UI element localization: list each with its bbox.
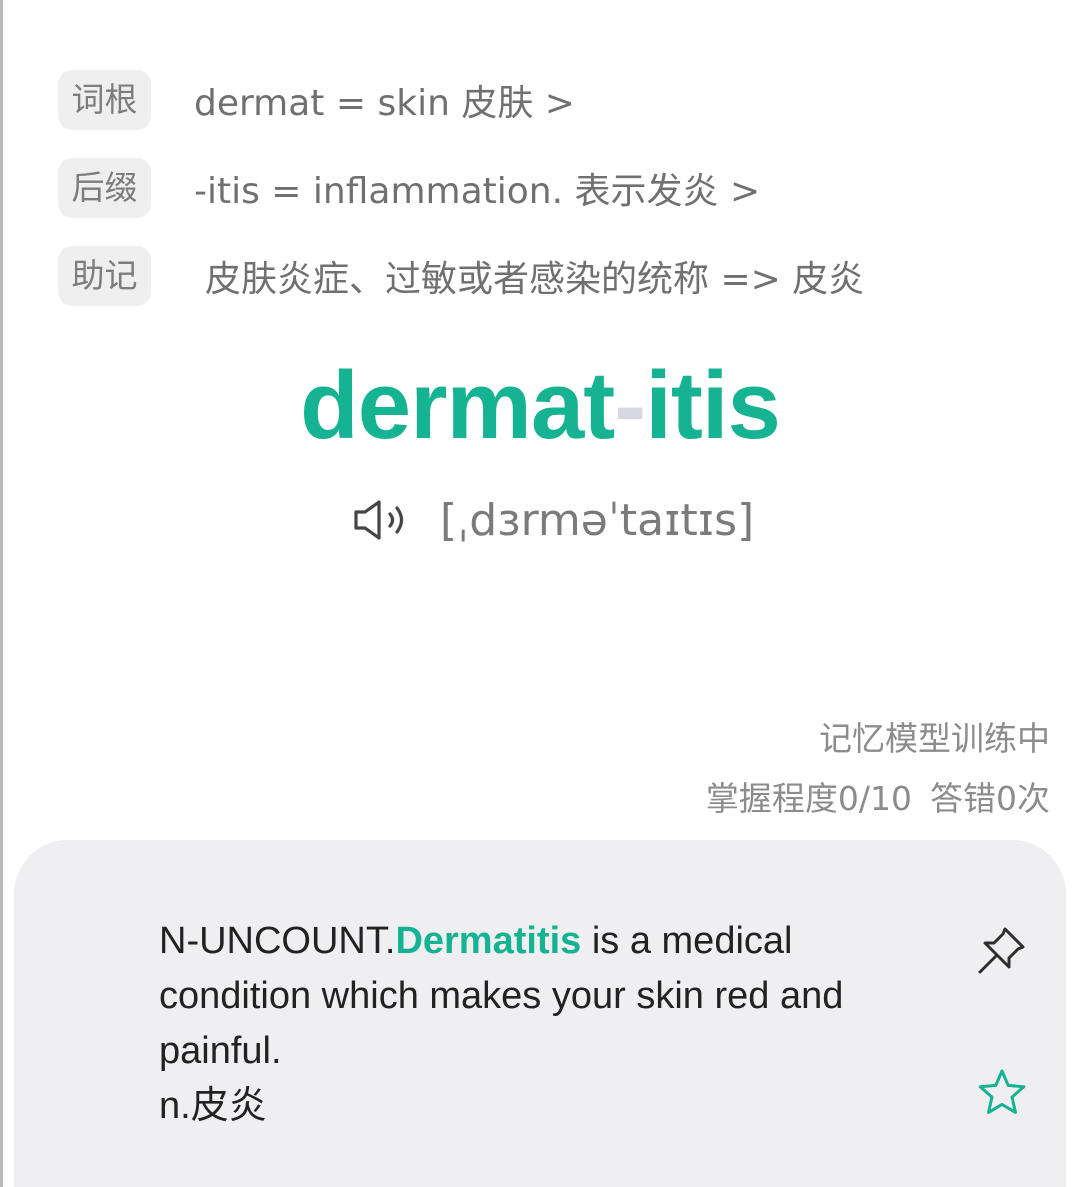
definition-headword: Dermatitis <box>395 920 582 962</box>
suffix-tag: 后缀 <box>58 158 151 218</box>
mnemonic-row: 助记 皮肤炎症、过敏或者感染的统称 => 皮炎 <box>58 246 864 306</box>
pronunciation-row: [ˌdɜrməˈtaɪtɪs] <box>352 488 754 552</box>
speaker-icon[interactable] <box>352 495 416 545</box>
root-row[interactable]: 词根 dermat = skin 皮肤 > <box>58 70 575 130</box>
headword-suffix: itis <box>645 352 781 459</box>
suffix-text[interactable]: -itis = inflammation. 表示发炎 > <box>194 162 760 214</box>
left-edge-divider <box>0 0 3 1187</box>
chinese-meaning: n.皮炎 <box>159 1085 267 1127</box>
mnemonic-text: 皮肤炎症、过敏或者感染的统称 => 皮炎 <box>205 259 865 300</box>
root-tag: 词根 <box>58 70 151 130</box>
mastery-level: 掌握程度0/10 <box>705 779 912 818</box>
definition-text: N-UNCOUNT.Dermatitis is a medical condit… <box>159 914 879 1134</box>
error-count: 答错0次 <box>930 779 1050 818</box>
definition-label: N-UNCOUNT. <box>159 920 396 962</box>
phonetic-text: [ˌdɜrməˈtaɪtɪs] <box>440 494 755 546</box>
root-text[interactable]: dermat = skin 皮肤 > <box>194 74 575 126</box>
headword: dermat-itis <box>0 346 1080 466</box>
star-icon[interactable] <box>977 1068 1027 1116</box>
definition-card: N-UNCOUNT.Dermatitis is a medical condit… <box>14 840 1066 1187</box>
mnemonic-tag: 助记 <box>58 246 151 306</box>
suffix-row[interactable]: 后缀 -itis = inflammation. 表示发炎 > <box>58 158 760 218</box>
progress-status: 掌握程度0/10 答错0次 <box>706 772 1050 820</box>
headword-hyphen: - <box>614 352 646 459</box>
headword-root: dermat <box>300 352 615 459</box>
pin-icon[interactable] <box>974 924 1028 978</box>
training-status: 记忆模型训练中 <box>819 719 1050 758</box>
